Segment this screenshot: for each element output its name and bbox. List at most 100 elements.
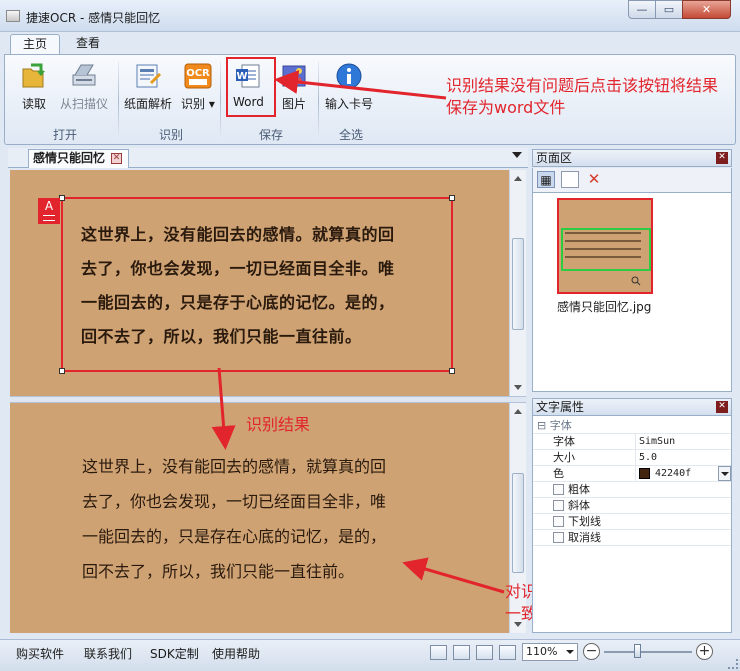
props-row-bold[interactable]: 粗体 xyxy=(533,482,731,498)
split-view-icon[interactable] xyxy=(499,645,516,660)
buy-link[interactable]: 购买软件 xyxy=(16,645,64,662)
scroll-thumb[interactable] xyxy=(512,238,524,330)
close-panel-icon[interactable]: ✕ xyxy=(716,401,728,413)
underline-checkbox[interactable] xyxy=(553,516,564,527)
help-link[interactable]: 使用帮助 xyxy=(212,645,260,662)
scanner-icon xyxy=(69,61,99,91)
props-row-underline[interactable]: 下划线 xyxy=(533,514,731,530)
picture-label: 图片 xyxy=(281,97,306,111)
prop-key: 斜体 xyxy=(568,499,590,512)
close-panel-icon[interactable]: ✕ xyxy=(716,152,728,164)
props-row-size[interactable]: 大小 5.0 xyxy=(533,450,731,466)
props-row-color[interactable]: 色 42240f xyxy=(533,466,731,482)
picture-icon xyxy=(279,61,309,91)
scanner-button[interactable]: 从扫描仪 xyxy=(60,61,108,112)
sdk-link[interactable]: SDK定制 xyxy=(150,645,199,662)
thumbnail-view-icon[interactable]: ▦ xyxy=(537,171,555,188)
zoom-slider-thumb[interactable] xyxy=(634,644,641,658)
props-category[interactable]: ⊟ 字体 xyxy=(533,418,731,434)
ribbon-tabs: 主页 查看 xyxy=(0,32,740,55)
text-props-grid: ⊟ 字体 字体 SimSun 大小 5.0 色 42240f 粗体 斜体 下划线… xyxy=(532,415,732,633)
group-label-recognize: 识别 xyxy=(158,128,183,142)
props-row-strikethrough[interactable]: 取消线 xyxy=(533,530,731,546)
result-annotation: 识别结果 xyxy=(246,415,311,434)
document-tab[interactable]: 感情只能回忆 ✕ xyxy=(28,149,130,168)
color-dropdown-icon[interactable] xyxy=(718,466,731,481)
scroll-down-icon[interactable] xyxy=(514,385,522,390)
group-label-select-all: 全选 xyxy=(338,128,363,142)
layout-parse-button[interactable]: 纸面解析 xyxy=(124,61,172,112)
close-button[interactable]: ✕ xyxy=(682,0,731,19)
prop-key: 粗体 xyxy=(568,483,590,496)
window-title: 捷速OCR - 感情只能回忆 xyxy=(26,11,161,25)
text-props-title: 文字属性 xyxy=(536,400,585,414)
document-tab-label: 感情只能回忆 xyxy=(33,151,106,165)
serial-label: 输入卡号 xyxy=(325,97,374,111)
italic-checkbox[interactable] xyxy=(553,500,564,511)
contact-link[interactable]: 联系我们 xyxy=(84,645,132,662)
zoom-slider-track[interactable] xyxy=(604,651,692,653)
ocr-icon: OCR xyxy=(183,61,213,91)
save-picture-button[interactable]: 图片 xyxy=(279,61,309,112)
text-region-icon[interactable]: A xyxy=(38,198,60,224)
zoom-out-icon[interactable]: − xyxy=(583,643,600,660)
title-bar: 捷速OCR - 感情只能回忆 — ▭ ✕ xyxy=(0,0,740,32)
resize-handle[interactable] xyxy=(449,195,455,201)
app-icon xyxy=(6,10,20,22)
source-line: 回不去了，所以，我们只能一直往前。 xyxy=(81,327,362,346)
tab-home[interactable]: 主页 xyxy=(10,34,61,55)
source-image-pane[interactable]: A 这世界上，没有能回去的感情。就算真的回 去了，你也会发现，一切已经面目全非。… xyxy=(10,170,509,396)
resize-handle[interactable] xyxy=(449,368,455,374)
page-panel-header: 页面区 ✕ xyxy=(532,149,732,167)
svg-text:OCR: OCR xyxy=(186,68,210,79)
props-row-italic[interactable]: 斜体 xyxy=(533,498,731,514)
prop-value[interactable]: SimSun xyxy=(635,434,731,449)
tab-view[interactable]: 查看 xyxy=(64,34,112,55)
scanner-label: 从扫描仪 xyxy=(60,97,109,111)
scroll-up-icon[interactable] xyxy=(514,176,522,181)
delete-page-icon[interactable]: ✕ xyxy=(585,171,603,188)
document-tab-bar: 感情只能回忆 ✕ xyxy=(8,148,528,168)
recognize-button[interactable]: OCR 识别 ▾ xyxy=(181,61,215,112)
zoom-select[interactable]: 110% xyxy=(522,643,578,661)
resize-handle[interactable] xyxy=(59,368,65,374)
resize-grip-icon[interactable] xyxy=(728,659,738,669)
bold-checkbox[interactable] xyxy=(553,484,564,495)
word-annotation: 识别结果没有问题后点击该按钮将结果保存为word文件 xyxy=(446,76,719,117)
serial-number-button[interactable]: 输入卡号 xyxy=(325,61,373,112)
read-button[interactable]: 读取 xyxy=(19,61,49,112)
thumbnail-filename: 感情只能回忆.jpg xyxy=(557,300,652,314)
blank-page-icon[interactable] xyxy=(561,171,579,188)
prop-key: 下划线 xyxy=(568,515,601,528)
strikethrough-checkbox[interactable] xyxy=(553,532,564,543)
tab-list-dropdown-icon[interactable] xyxy=(512,152,522,158)
read-label: 读取 xyxy=(21,97,46,111)
minimize-button[interactable]: — xyxy=(628,0,656,19)
image-view-icon[interactable] xyxy=(453,645,470,660)
word-highlight-box xyxy=(226,57,276,117)
prop-key: 字体 xyxy=(553,435,575,448)
prop-value[interactable]: 5.0 xyxy=(635,450,731,465)
fit-page-icon[interactable] xyxy=(430,645,447,660)
result-text[interactable]: 这世界上，没有能回去的感情，就算真的回 去了，你也会发现，一切已经面目全非，唯 … xyxy=(82,449,457,589)
zoom-in-icon[interactable]: + xyxy=(696,643,713,660)
scroll-up-icon[interactable] xyxy=(514,409,522,414)
prop-key: 色 xyxy=(553,467,564,480)
maximize-button[interactable]: ▭ xyxy=(655,0,683,19)
pane-splitter[interactable] xyxy=(10,396,526,403)
props-row-font[interactable]: 字体 SimSun xyxy=(533,434,731,450)
ribbon-separator xyxy=(318,61,319,141)
source-text: 这世界上，没有能回去的感情。就算真的回 去了，你也会发现，一切已经面目全非。唯 … xyxy=(81,218,451,354)
page-thumbnail[interactable] xyxy=(557,198,653,294)
thumbnail-selection xyxy=(561,228,651,271)
recognize-label: 识别 ▾ xyxy=(181,97,215,111)
scroll-thumb[interactable] xyxy=(512,473,524,573)
result-pane[interactable]: 这世界上，没有能回去的感情，就算真的回 去了，你也会发现，一切已经面目全非，唯 … xyxy=(10,403,509,633)
color-value[interactable]: 42240f xyxy=(635,466,731,481)
close-tab-icon[interactable]: ✕ xyxy=(111,153,123,164)
color-swatch xyxy=(639,467,650,479)
result-line: 一能回去的，只是存在心底的记忆，是的， xyxy=(82,527,387,546)
category-label: ⊟ 字体 xyxy=(537,419,572,432)
source-pane-scrollbar[interactable] xyxy=(509,170,526,396)
text-view-icon[interactable] xyxy=(476,645,493,660)
